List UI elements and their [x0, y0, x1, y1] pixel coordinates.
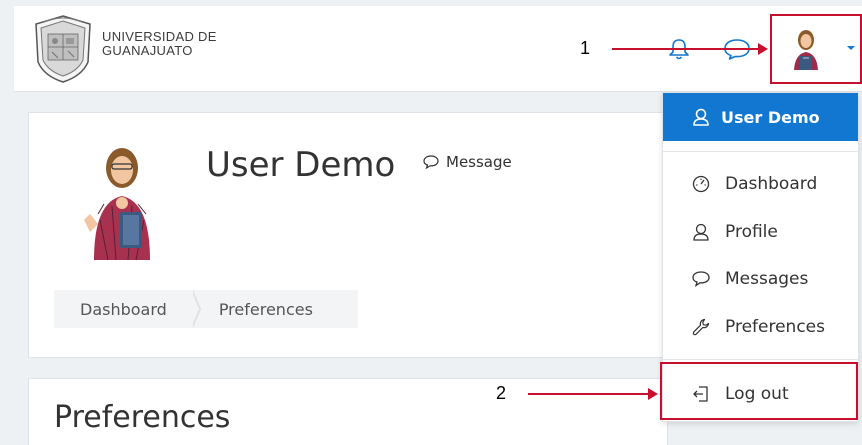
brand-line-1: UNIVERSIDAD DE: [102, 29, 217, 44]
breadcrumb-item-preferences: Preferences: [193, 290, 339, 328]
message-user-link[interactable]: Message: [422, 153, 512, 171]
wrench-icon: [692, 318, 710, 336]
page-title: Preferences: [54, 400, 231, 435]
breadcrumb-label: Dashboard: [80, 299, 167, 319]
message-label: Message: [446, 153, 512, 171]
annotation-arrow-2: [528, 388, 658, 400]
message-icon: [692, 271, 710, 288]
brand-name: UNIVERSIDAD DE GUANAJUATO: [102, 30, 217, 58]
menu-item-preferences[interactable]: Preferences: [663, 307, 858, 347]
user-menu-header-label: User Demo: [721, 107, 820, 127]
dashboard-icon: [692, 175, 710, 193]
menu-item-messages[interactable]: Messages: [663, 259, 858, 299]
menu-divider: [663, 151, 858, 152]
profile-photo: [84, 148, 150, 261]
annotation-arrow-1: [612, 43, 768, 55]
menu-divider: [663, 359, 858, 360]
brand-line-2: GUANAJUATO: [102, 43, 193, 58]
menu-item-label: Messages: [725, 269, 809, 289]
annotation-number-2: 2: [496, 383, 507, 403]
breadcrumb: Dashboard Preferences: [54, 290, 358, 328]
annotation-box-logout: [660, 362, 858, 420]
breadcrumb-item-dashboard[interactable]: Dashboard: [54, 290, 201, 328]
menu-item-label: Preferences: [725, 317, 825, 337]
annotation-box-avatar: [770, 14, 862, 84]
user-icon: [693, 108, 709, 126]
user-menu-header[interactable]: User Demo: [663, 93, 858, 141]
university-crest-logo[interactable]: [32, 14, 94, 84]
profile-user-name: User Demo: [206, 145, 396, 185]
menu-item-label: Profile: [725, 222, 778, 242]
menu-item-profile[interactable]: Profile: [663, 212, 858, 252]
menu-item-dashboard[interactable]: Dashboard: [663, 164, 858, 204]
menu-item-label: Dashboard: [725, 174, 818, 194]
message-icon: [423, 155, 439, 170]
annotation-number-1: 1: [580, 38, 591, 58]
breadcrumb-label: Preferences: [218, 299, 313, 319]
user-icon: [693, 223, 709, 241]
